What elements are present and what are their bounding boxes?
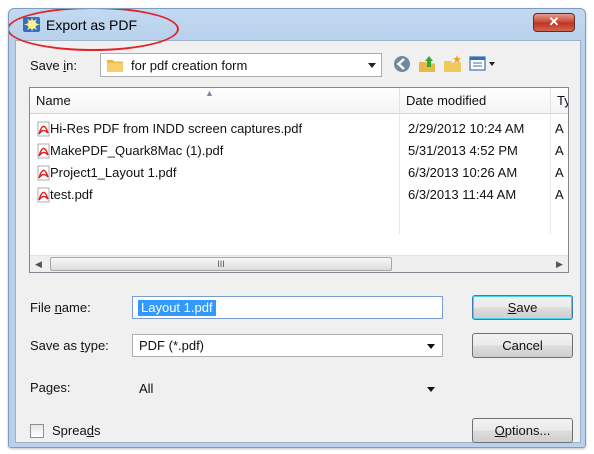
grip-icon: III	[217, 259, 225, 269]
up-folder-icon[interactable]	[416, 53, 438, 75]
pages-value: All	[139, 381, 154, 396]
file-date: 6/3/2013 11:44 AM	[408, 187, 517, 202]
file-name-input[interactable]: Layout 1.pdf	[132, 296, 443, 319]
file-list[interactable]: Name ▲ Date modified Ty Hi-Res PDF from …	[29, 87, 569, 273]
column-header-name[interactable]: Name ▲	[30, 88, 400, 114]
column-header-date[interactable]: Date modified	[400, 88, 551, 114]
back-icon[interactable]	[391, 53, 413, 75]
save-button[interactable]: Save	[472, 295, 573, 320]
column-name-label: Name	[36, 93, 71, 108]
save-as-type-value: PDF (*.pdf)	[139, 338, 205, 353]
save-in-value: for pdf creation form	[131, 58, 248, 73]
file-type: A	[555, 143, 564, 158]
file-date: 6/3/2013 10:26 AM	[408, 165, 518, 180]
close-button[interactable]: ✕	[533, 13, 575, 32]
file-row[interactable]: MakePDF_Quark8Mac (1).pdf 5/31/2013 4:52…	[30, 140, 568, 162]
file-name: Project1_Layout 1.pdf	[50, 165, 177, 180]
close-icon: ✕	[548, 14, 560, 29]
spreads-checkbox[interactable]	[30, 424, 44, 438]
scroll-left-icon[interactable]: ◀	[30, 256, 47, 272]
file-type: A	[555, 187, 564, 202]
file-date: 2/29/2012 10:24 AM	[408, 121, 525, 136]
file-date: 5/31/2013 4:52 PM	[408, 143, 518, 158]
app-icon	[23, 17, 40, 32]
folder-icon	[107, 60, 123, 72]
pages-label: Pages:	[30, 380, 71, 395]
pages-dropdown[interactable]: All	[132, 377, 443, 400]
file-name: Hi-Res PDF from INDD screen captures.pdf	[50, 121, 303, 136]
file-type: A	[555, 121, 564, 136]
column-date-label: Date modified	[406, 93, 487, 108]
save-as-type-dropdown[interactable]: PDF (*.pdf)	[132, 334, 443, 357]
chevron-down-icon[interactable]	[427, 344, 435, 349]
file-name: MakePDF_Quark8Mac (1).pdf	[50, 143, 224, 158]
file-row[interactable]: Project1_Layout 1.pdf 6/3/2013 10:26 AM …	[30, 162, 568, 184]
column-header-type[interactable]: Ty	[551, 88, 568, 114]
cancel-button[interactable]: Cancel	[472, 333, 573, 358]
spreads-label: Spreads	[52, 423, 101, 438]
scroll-right-icon[interactable]: ▶	[551, 256, 568, 272]
new-folder-icon[interactable]	[442, 53, 464, 75]
file-name: test.pdf	[50, 187, 93, 202]
save-in-label: Save in:	[30, 58, 77, 73]
dialog-body: Save in: for pdf creation form Name ▲ Da…	[15, 40, 581, 443]
chevron-down-icon[interactable]	[427, 387, 435, 392]
export-pdf-dialog: Export as PDF ✕ Save in: for pdf creatio…	[8, 8, 586, 448]
save-as-type-label: Save as type:	[30, 338, 109, 353]
options-button[interactable]: Options...	[472, 418, 573, 443]
file-row[interactable]: Hi-Res PDF from INDD screen captures.pdf…	[30, 118, 568, 140]
file-name-value: Layout 1.pdf	[138, 300, 216, 316]
file-type: A	[555, 165, 564, 180]
title-bar[interactable]: Export as PDF ✕	[9, 9, 585, 39]
column-type-label: Ty	[557, 93, 568, 108]
file-name-label: File name:	[30, 300, 91, 315]
sort-ascending-icon: ▲	[205, 88, 214, 98]
scroll-thumb[interactable]: III	[50, 257, 392, 271]
file-row[interactable]: test.pdf 6/3/2013 11:44 AM A	[30, 184, 568, 206]
save-in-dropdown[interactable]: for pdf creation form	[100, 53, 382, 77]
chevron-down-icon[interactable]	[368, 63, 376, 68]
horizontal-scrollbar[interactable]: ◀ III ▶	[30, 255, 568, 272]
view-menu-icon[interactable]	[468, 53, 498, 75]
window-title: Export as PDF	[46, 17, 138, 33]
